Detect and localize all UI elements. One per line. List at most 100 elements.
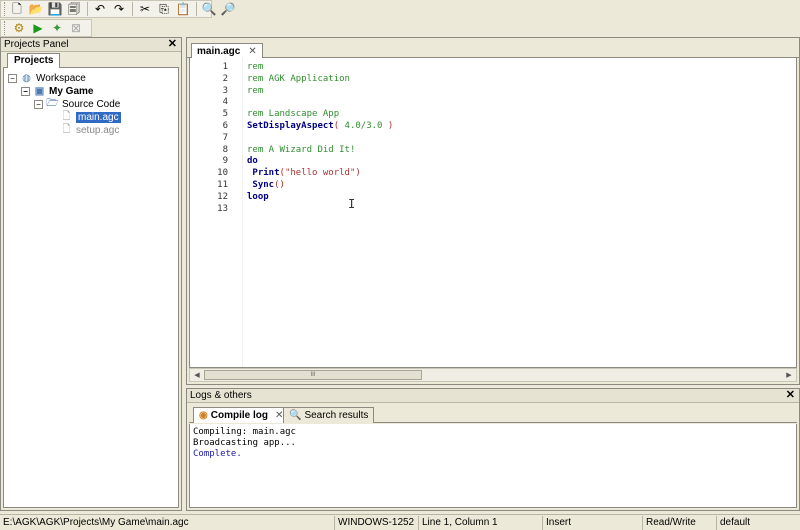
compile-icon[interactable]: ⚙ bbox=[10, 20, 28, 36]
toolbar-separator bbox=[196, 2, 197, 16]
code-token: rem bbox=[247, 62, 264, 72]
code-line[interactable]: SetDisplayAspect( 4.0/3.0 ) bbox=[247, 120, 393, 132]
tree-node-workspace[interactable]: − ◍ Workspace bbox=[8, 72, 86, 85]
project-tree: − ◍ Workspace − ▣ My Game − 🗁 Source Cod… bbox=[3, 68, 179, 508]
log-line: Complete. bbox=[193, 449, 242, 459]
status-file-path: E:\AGK\AGK\Projects\My Game\main.agc bbox=[3, 517, 189, 528]
scroll-thumb[interactable]: III bbox=[204, 370, 422, 380]
projects-tabbar: Projects bbox=[3, 53, 179, 68]
stop-icon[interactable]: ⊠ bbox=[67, 20, 85, 36]
project-icon: ▣ bbox=[34, 86, 45, 97]
code-line[interactable]: rem A Wizard Did It! bbox=[247, 144, 355, 156]
status-profile: default bbox=[716, 516, 800, 530]
broadcast-icon[interactable]: ✦ bbox=[48, 20, 66, 36]
line-number: 2 bbox=[222, 73, 228, 84]
close-tab-icon[interactable]: ✕ bbox=[248, 45, 256, 59]
folder-open-icon: 🗁 bbox=[46, 98, 59, 109]
toolbar-grip[interactable] bbox=[4, 2, 5, 16]
tab-main-agc[interactable]: main.agc ✕ bbox=[191, 43, 263, 59]
code-line[interactable]: loop bbox=[247, 191, 269, 203]
panel-title: Logs & others ✕ bbox=[187, 389, 799, 403]
log-line: Compiling: main.agc bbox=[193, 427, 296, 437]
status-access: Read/Write bbox=[642, 516, 716, 530]
logs-panel: Logs & others ✕ ◉ Compile log ✕ 🔍 Search… bbox=[186, 388, 800, 511]
code-line[interactable]: rem bbox=[247, 85, 263, 97]
main-toolbar: 🗋 📂 💾 🗐 ↶ ↷ ✂ ⎘ 📋 🔍 🔎 bbox=[0, 0, 235, 18]
replace-icon[interactable]: 🔎 bbox=[219, 1, 237, 17]
tab-compile-log[interactable]: ◉ Compile log ✕ bbox=[193, 407, 290, 423]
editor-tab-label: main.agc bbox=[197, 45, 241, 57]
logs-panel-title: Logs & others bbox=[190, 390, 252, 401]
status-bar: E:\AGK\AGK\Projects\My Game\main.agc WIN… bbox=[0, 514, 800, 530]
tab-compile-log-label: Compile log bbox=[210, 409, 268, 421]
tab-search-results[interactable]: 🔍 Search results bbox=[283, 407, 375, 423]
code-token: SetDisplayAspect bbox=[247, 121, 334, 131]
paste-icon[interactable]: 📋 bbox=[174, 1, 192, 17]
code-line[interactable]: do bbox=[247, 155, 258, 167]
close-icon[interactable]: ✕ bbox=[786, 389, 795, 402]
scroll-left-icon[interactable]: ◀ bbox=[191, 370, 203, 381]
code-token: "hello world" bbox=[284, 168, 356, 179]
line-number: 5 bbox=[222, 109, 228, 120]
code-line[interactable]: Sync() bbox=[247, 179, 285, 191]
tree-node-file-setup[interactable]: 🗋 setup.agc bbox=[60, 124, 119, 137]
horizontal-scrollbar[interactable]: ◀ III ▶ bbox=[189, 368, 797, 382]
code-token: ) bbox=[355, 168, 361, 179]
collapse-icon[interactable]: − bbox=[34, 100, 43, 109]
toolbar-separator bbox=[132, 2, 133, 16]
open-icon[interactable]: 📂 bbox=[27, 1, 45, 17]
search-results-icon: 🔍 bbox=[289, 409, 302, 421]
scroll-right-icon[interactable]: ▶ bbox=[783, 370, 795, 381]
save-all-icon[interactable]: 🗐 bbox=[65, 1, 83, 17]
code-text-area[interactable]: rem rem AGK Application rem rem Landscape A… bbox=[242, 58, 796, 367]
code-token: ( bbox=[333, 121, 345, 131]
code-editor[interactable]: 1 2 3 4 5 6 7 8 9 10 11 12 13 rem rem AGK Application… bbox=[189, 58, 797, 368]
line-number: 6 bbox=[222, 121, 228, 131]
status-encoding: WINDOWS-1252 bbox=[334, 516, 418, 530]
code-line[interactable]: rem bbox=[247, 61, 263, 73]
line-number: 11 bbox=[217, 180, 228, 190]
save-icon[interactable]: 💾 bbox=[46, 1, 64, 17]
tree-node-source-code[interactable]: − 🗁 Source Code bbox=[34, 98, 120, 111]
code-token: rem bbox=[247, 85, 264, 96]
log-output: Compiling: main.agc Broadcasting app... Co… bbox=[189, 424, 797, 508]
close-icon[interactable]: ✕ bbox=[168, 38, 177, 51]
code-line[interactable]: Print("hello world") bbox=[247, 167, 361, 179]
code-token: 4.0/3.0 bbox=[344, 121, 383, 131]
projects-panel-title: Projects Panel bbox=[4, 39, 69, 50]
panel-title: Projects Panel ✕ bbox=[1, 38, 181, 52]
code-token: Print bbox=[247, 168, 280, 179]
code-line[interactable]: rem Landscape App bbox=[247, 108, 339, 120]
code-token: rem A Wizard Did It! bbox=[247, 144, 356, 155]
new-file-icon[interactable]: 🗋 bbox=[8, 1, 26, 17]
projects-panel: Projects Panel ✕ Projects − ◍ Workspace … bbox=[0, 37, 182, 511]
tree-label-folder: Source Code bbox=[62, 99, 121, 110]
cut-icon[interactable]: ✂ bbox=[136, 1, 154, 17]
run-icon[interactable]: ▶ bbox=[29, 20, 47, 36]
file-icon: 🗋 bbox=[62, 124, 71, 135]
collapse-icon[interactable]: − bbox=[21, 87, 30, 96]
redo-icon[interactable]: ↷ bbox=[110, 1, 128, 17]
line-number: 13 bbox=[217, 203, 228, 214]
find-icon[interactable]: 🔍 bbox=[200, 1, 218, 17]
collapse-icon[interactable]: − bbox=[8, 74, 17, 83]
compile-log-icon: ◉ bbox=[199, 409, 208, 421]
line-number: 12 bbox=[217, 191, 228, 202]
tree-label-file-setup: setup.agc bbox=[76, 125, 120, 136]
line-number: 10 bbox=[217, 168, 228, 179]
code-token: rem Landscape App bbox=[247, 109, 340, 120]
tree-label-file-main: main.agc bbox=[76, 112, 121, 123]
editor-area: main.agc ✕ 1 2 3 4 5 6 7 8 9 10 11 12 13 rem rem AGK … bbox=[186, 37, 800, 385]
status-cursor-position: Line 1, Column 1 bbox=[418, 516, 542, 530]
toolbar-grip[interactable] bbox=[4, 21, 7, 35]
copy-icon[interactable]: ⎘ bbox=[155, 1, 173, 17]
line-number: 4 bbox=[222, 97, 228, 108]
text-cursor-icon: I bbox=[348, 197, 356, 211]
line-number: 3 bbox=[222, 85, 228, 96]
tab-projects[interactable]: Projects bbox=[7, 53, 61, 68]
toolbar-separator bbox=[87, 2, 88, 16]
tree-label-workspace: Workspace bbox=[36, 73, 86, 84]
undo-icon[interactable]: ↶ bbox=[91, 1, 109, 17]
code-token: () bbox=[274, 180, 285, 190]
code-line[interactable]: rem AGK Application bbox=[247, 73, 350, 85]
